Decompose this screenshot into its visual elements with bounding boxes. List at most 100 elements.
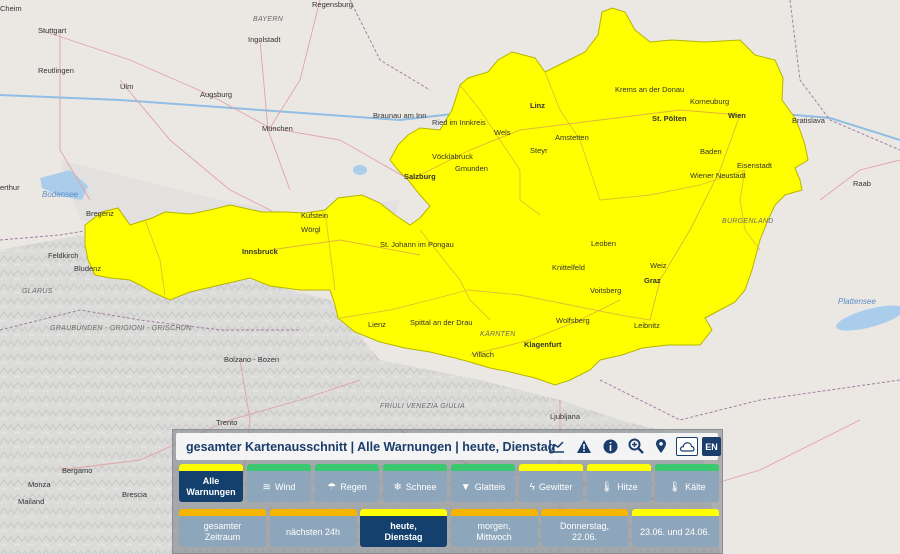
label-muenchen: München [262, 124, 293, 133]
warning-level-bar [383, 464, 447, 471]
label-plattensee: Plattensee [838, 297, 876, 306]
label-wels: Wels [494, 128, 511, 137]
heat-icon: 🌡 [600, 481, 614, 493]
type-label-text: Hitze [617, 481, 638, 492]
label-innsbruck: Innsbruck [242, 247, 278, 256]
label-k: erthur [0, 183, 20, 192]
type-button-label: ≋ Wind [247, 472, 311, 502]
label-burgenland: BURGENLAND [722, 218, 774, 225]
label-ljubljana: Ljubljana [550, 412, 581, 421]
type-button-label: ▼ Glatteis [451, 472, 515, 502]
cloud-icon[interactable] [676, 437, 698, 456]
label-woergl: Wörgl [301, 225, 321, 234]
label-reutlingen: Reutlingen [38, 66, 74, 75]
language-button[interactable]: EN [702, 437, 721, 456]
time-label-text: morgen, Mittwoch [476, 521, 512, 542]
label-korneuburg: Korneuburg [690, 97, 730, 106]
type-label-text: Wind [274, 481, 296, 492]
label-krems: Krems an der Donau [615, 85, 685, 94]
label-wolfsberg: Wolfsberg [556, 316, 590, 325]
label-bregenz: Bregenz [86, 209, 114, 218]
type-button-wind[interactable]: ≋ Wind [247, 464, 311, 502]
time-label-text: heute, Dienstag [384, 521, 423, 542]
type-label-text: Schnee [405, 481, 437, 492]
label-raab: Raab [853, 179, 871, 188]
time-button-whole-period[interactable]: gesamter Zeitraum [179, 509, 266, 547]
label-eisenstadt: Eisenstadt [737, 161, 773, 170]
type-label-text: Regen [340, 481, 367, 492]
warning-level-bar [269, 509, 357, 516]
label-lienz: Lienz [368, 320, 386, 329]
warning-level-bar [179, 464, 243, 471]
label-salzburg: Salzburg [404, 172, 436, 181]
type-button-thunderstorm[interactable]: ϟ Gewitter [519, 464, 583, 502]
panel-header: gesamter Kartenausschnitt | Alle Warnung… [176, 433, 721, 460]
label-stuttgart: Stuttgart [38, 26, 67, 35]
warning-level-bar [587, 464, 651, 471]
type-button-label: ❄ Schnee [383, 472, 447, 502]
label-voitsberg: Voitsberg [590, 286, 622, 295]
label-kufstein: Kufstein [301, 211, 329, 220]
time-label-text-2: Mittwoch [476, 532, 512, 542]
warning-level-bar [315, 464, 379, 471]
time-label-text: gesamter Zeitraum [203, 521, 242, 542]
time-button-label: nächsten 24h [270, 517, 357, 547]
time-button-later-days[interactable]: 23.06. und 24.06. [631, 509, 719, 547]
warning-level-bar [247, 464, 311, 471]
label-voecklabruck: Vöcklabruck [432, 152, 473, 161]
label-villach: Villach [472, 350, 494, 359]
type-button-all-warnings[interactable]: Alle Warnungen [179, 464, 243, 502]
type-button-cold[interactable]: 🌡 Kälte [655, 464, 719, 502]
label-bolzano: Bolzano - Bozen [224, 355, 280, 364]
warning-icon[interactable] [575, 437, 593, 455]
type-button-label: 🌡 Hitze [587, 472, 651, 502]
time-label-text: 23.06. und 24.06. [639, 526, 711, 537]
label-bergamo: Bergamo [62, 466, 93, 475]
label-feldkirch: Feldkirch [48, 251, 79, 260]
chart-icon[interactable] [548, 437, 566, 455]
chiemsee-lake [353, 165, 367, 175]
time-label-text: nächsten 24h [285, 526, 341, 537]
label-bludenz: Bludenz [74, 264, 102, 273]
type-button-black-ice[interactable]: ▼ Glatteis [451, 464, 515, 502]
label-monza: Monza [28, 480, 51, 489]
time-button-next-24h[interactable]: nächsten 24h [269, 509, 357, 547]
label-knittelfeld: Knittelfeld [552, 263, 585, 272]
label-stpoelten: St. Pölten [652, 114, 687, 123]
label-brescia: Brescia [122, 490, 148, 499]
label-klagenfurt: Klagenfurt [524, 340, 562, 349]
snow-icon: ❄ [393, 481, 402, 493]
type-button-snow[interactable]: ❄ Schnee [383, 464, 447, 502]
type-button-label: ☂ Regen [315, 472, 379, 502]
label-linz: Linz [530, 101, 545, 110]
label-gmunden: Gmunden [455, 164, 488, 173]
time-button-label: Donnerstag, 22.06. [541, 517, 628, 547]
rain-icon: ☂ [327, 481, 337, 493]
type-button-heat[interactable]: 🌡 Hitze [587, 464, 651, 502]
location-pin-icon[interactable] [652, 437, 670, 455]
warning-level-bar [179, 509, 266, 516]
type-button-rain[interactable]: ☂ Regen [315, 464, 379, 502]
time-button-thursday[interactable]: Donnerstag, 22.06. [541, 509, 628, 547]
label-wien: Wien [728, 111, 746, 120]
type-label-text-2: Warnungen [186, 487, 236, 497]
wind-icon: ≋ [262, 481, 271, 493]
warning-level-bar [450, 509, 538, 516]
time-button-today[interactable]: heute, Dienstag [360, 509, 447, 547]
label-leibnitz: Leibnitz [634, 321, 660, 330]
label-amstetten: Amstetten [555, 133, 589, 142]
type-label-text: Gewitter [538, 481, 573, 492]
label-leoben: Leoben [591, 239, 617, 248]
time-button-label: 23.06. und 24.06. [632, 517, 719, 547]
thunderstorm-icon: ϟ [529, 481, 535, 493]
label-bratislava: Bratislava [792, 116, 825, 125]
label-ulm: Ulm [120, 82, 134, 91]
time-button-tomorrow[interactable]: morgen, Mittwoch [450, 509, 538, 547]
warning-level-bar [541, 509, 628, 516]
warning-level-bar [655, 464, 719, 471]
type-label-text: Kälte [685, 481, 706, 492]
warning-control-panel: gesamter Kartenausschnitt | Alle Warnung… [172, 429, 723, 554]
zoom-search-icon[interactable] [627, 437, 645, 455]
label-baden: Baden [700, 147, 722, 156]
info-icon[interactable] [601, 437, 619, 455]
